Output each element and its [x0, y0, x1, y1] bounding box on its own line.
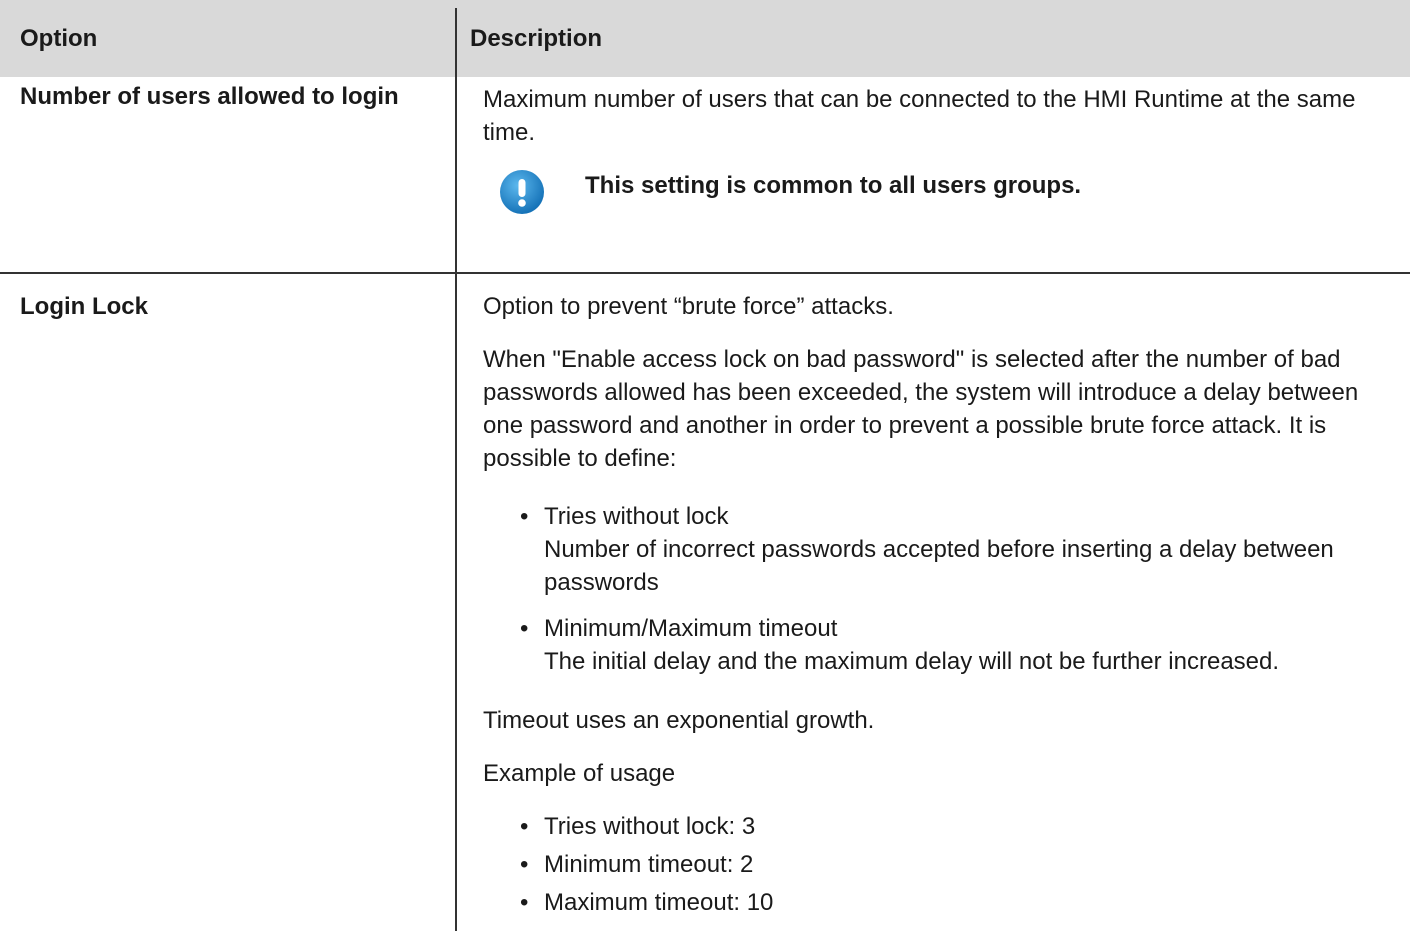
row2-example-label: Example of usage	[483, 760, 676, 787]
column-divider	[455, 8, 457, 931]
row-divider	[0, 272, 1410, 274]
row2-intro: Option to prevent “brute force” attacks.	[483, 293, 894, 320]
list-item: • Minimum timeout: 2	[520, 851, 754, 878]
row1-note: This setting is common to all users grou…	[585, 172, 1082, 199]
header-description: Description	[470, 25, 603, 52]
row1-option: Number of users allowed to login	[20, 83, 399, 110]
define-item-title: Minimum/Maximum timeout	[544, 615, 838, 642]
exclamation-icon	[499, 169, 545, 215]
row2-paragraph: When "Enable access lock on bad password…	[483, 346, 1359, 472]
define-item-title: Tries without lock	[544, 503, 729, 530]
list-item: • Maximum timeout: 10	[520, 889, 774, 916]
example-item: Minimum timeout: 2	[544, 851, 754, 878]
example-item: Tries without lock: 3	[544, 813, 756, 840]
define-item-detail: The initial delay and the maximum delay …	[544, 648, 1280, 675]
options-table: Option Description Number of users allow…	[0, 0, 1410, 931]
define-item-detail: Number of incorrect passwords accepted b…	[544, 536, 1334, 596]
list-item: • Tries without lock: 3	[520, 813, 756, 840]
example-item: Maximum timeout: 10	[544, 889, 774, 916]
row1-description: Maximum number of users that can be conn…	[483, 86, 1356, 146]
example-list: • Tries without lock: 3 • Minimum timeou…	[520, 810, 1380, 919]
row2-option: Login Lock	[20, 293, 148, 320]
define-list: • Tries without lock Number of incorrect…	[520, 500, 1380, 678]
row2-growth: Timeout uses an exponential growth.	[483, 707, 875, 734]
list-item: • Minimum/Maximum timeout The initial de…	[520, 612, 1380, 678]
table-header-row: Option Description	[0, 0, 1410, 77]
list-item: • Tries without lock Number of incorrect…	[520, 500, 1380, 599]
header-option: Option	[20, 25, 98, 52]
